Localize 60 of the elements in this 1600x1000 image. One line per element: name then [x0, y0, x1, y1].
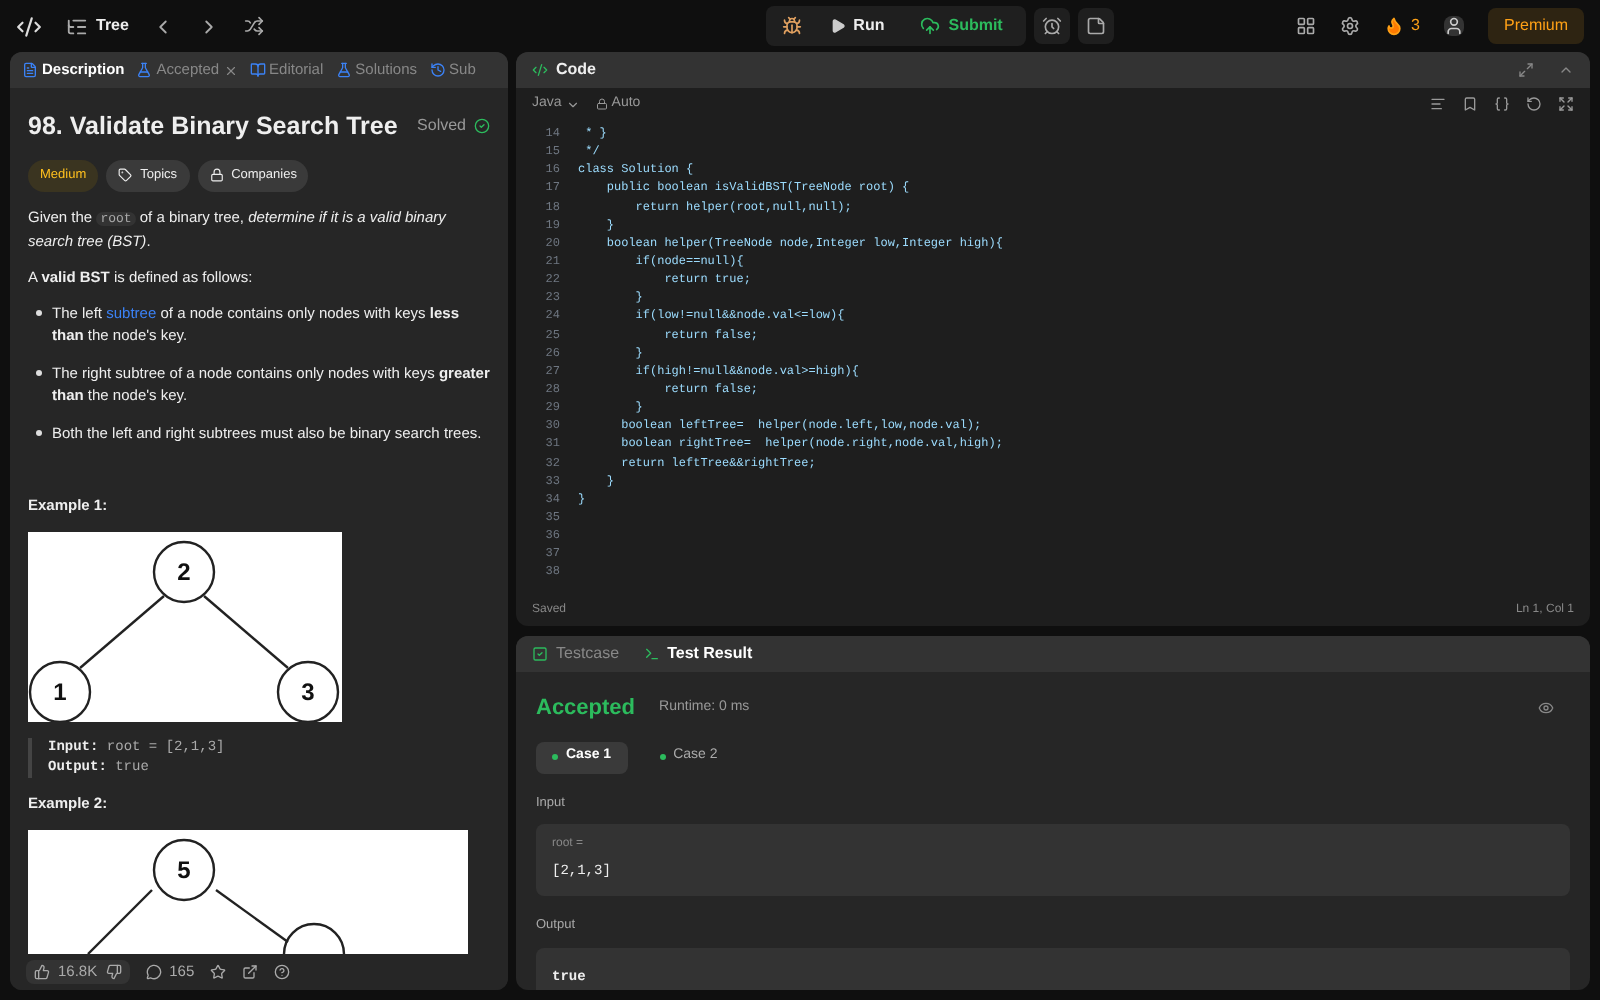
- tree-node: 1: [28, 660, 92, 722]
- tree-node: 3: [276, 660, 340, 722]
- result-tab[interactable]: Testcase: [532, 642, 620, 666]
- tree-edge: [215, 889, 289, 944]
- chevron-down-icon: [565, 97, 580, 111]
- book-icon: [249, 62, 266, 78]
- premium-button[interactable]: Premium: [1488, 8, 1585, 44]
- result-tab[interactable]: Test Result: [643, 642, 753, 666]
- bookmark-icon[interactable]: [1462, 96, 1478, 112]
- submit-button[interactable]: Submit: [904, 8, 1019, 44]
- alarm-clock-icon: [1042, 16, 1063, 36]
- comment-icon: [145, 964, 162, 980]
- debug-icon[interactable]: [781, 16, 802, 36]
- tree-node: 5: [152, 839, 216, 902]
- lock-icon: [595, 98, 608, 110]
- fullscreen-icon[interactable]: [1558, 96, 1574, 112]
- tree-edge: [203, 595, 289, 669]
- cloud-upload-icon: [920, 16, 941, 36]
- flame-icon: [1383, 16, 1404, 36]
- settings-icon[interactable]: [1339, 16, 1360, 36]
- list-icon[interactable]: [66, 15, 88, 37]
- notes-button[interactable]: [1078, 8, 1115, 44]
- star-icon[interactable]: [210, 964, 227, 980]
- tag-icon: [118, 168, 133, 183]
- code-icon: [532, 62, 548, 78]
- streak-counter[interactable]: 3: [1383, 14, 1420, 38]
- help-icon[interactable]: [274, 964, 291, 980]
- format-icon[interactable]: [1430, 96, 1446, 112]
- lock-icon: [209, 168, 224, 183]
- accepted-verdict: Accepted: [536, 694, 636, 724]
- problem-title: 98. Validate Binary Search Tree: [28, 110, 398, 144]
- flask-icon: [136, 62, 153, 78]
- thumbs-down-icon[interactable]: [105, 964, 122, 980]
- run-button[interactable]: Run: [813, 8, 901, 44]
- shuffle-icon[interactable]: [244, 16, 265, 36]
- grid-icon[interactable]: [1295, 16, 1316, 36]
- document-icon: [22, 62, 38, 78]
- problem-list-title[interactable]: Tree: [96, 14, 129, 38]
- solved-status: Solved: [417, 114, 490, 139]
- timer-button[interactable]: [1034, 8, 1071, 44]
- checkbox-icon: [532, 646, 548, 662]
- collapse-icon[interactable]: [1558, 62, 1574, 78]
- tree-edge: [79, 595, 165, 669]
- terminal-icon: [643, 646, 660, 662]
- reset-icon[interactable]: [1526, 96, 1542, 112]
- avatar-icon[interactable]: [1444, 16, 1464, 36]
- logo-icon[interactable]: [16, 13, 42, 39]
- close-icon[interactable]: [223, 63, 238, 77]
- check-circle-icon: [474, 118, 490, 135]
- code-panel-title: Code: [556, 58, 596, 82]
- tree-node: 2: [152, 540, 216, 604]
- maximize-icon[interactable]: [1518, 62, 1534, 78]
- history-icon: [429, 62, 446, 78]
- share-icon[interactable]: [242, 964, 259, 980]
- flask-icon: [335, 62, 352, 78]
- thumbs-up-icon: [34, 964, 50, 980]
- eye-icon[interactable]: [1538, 700, 1554, 717]
- braces-icon[interactable]: [1494, 96, 1510, 112]
- note-icon: [1086, 16, 1107, 36]
- play-icon: [829, 18, 846, 34]
